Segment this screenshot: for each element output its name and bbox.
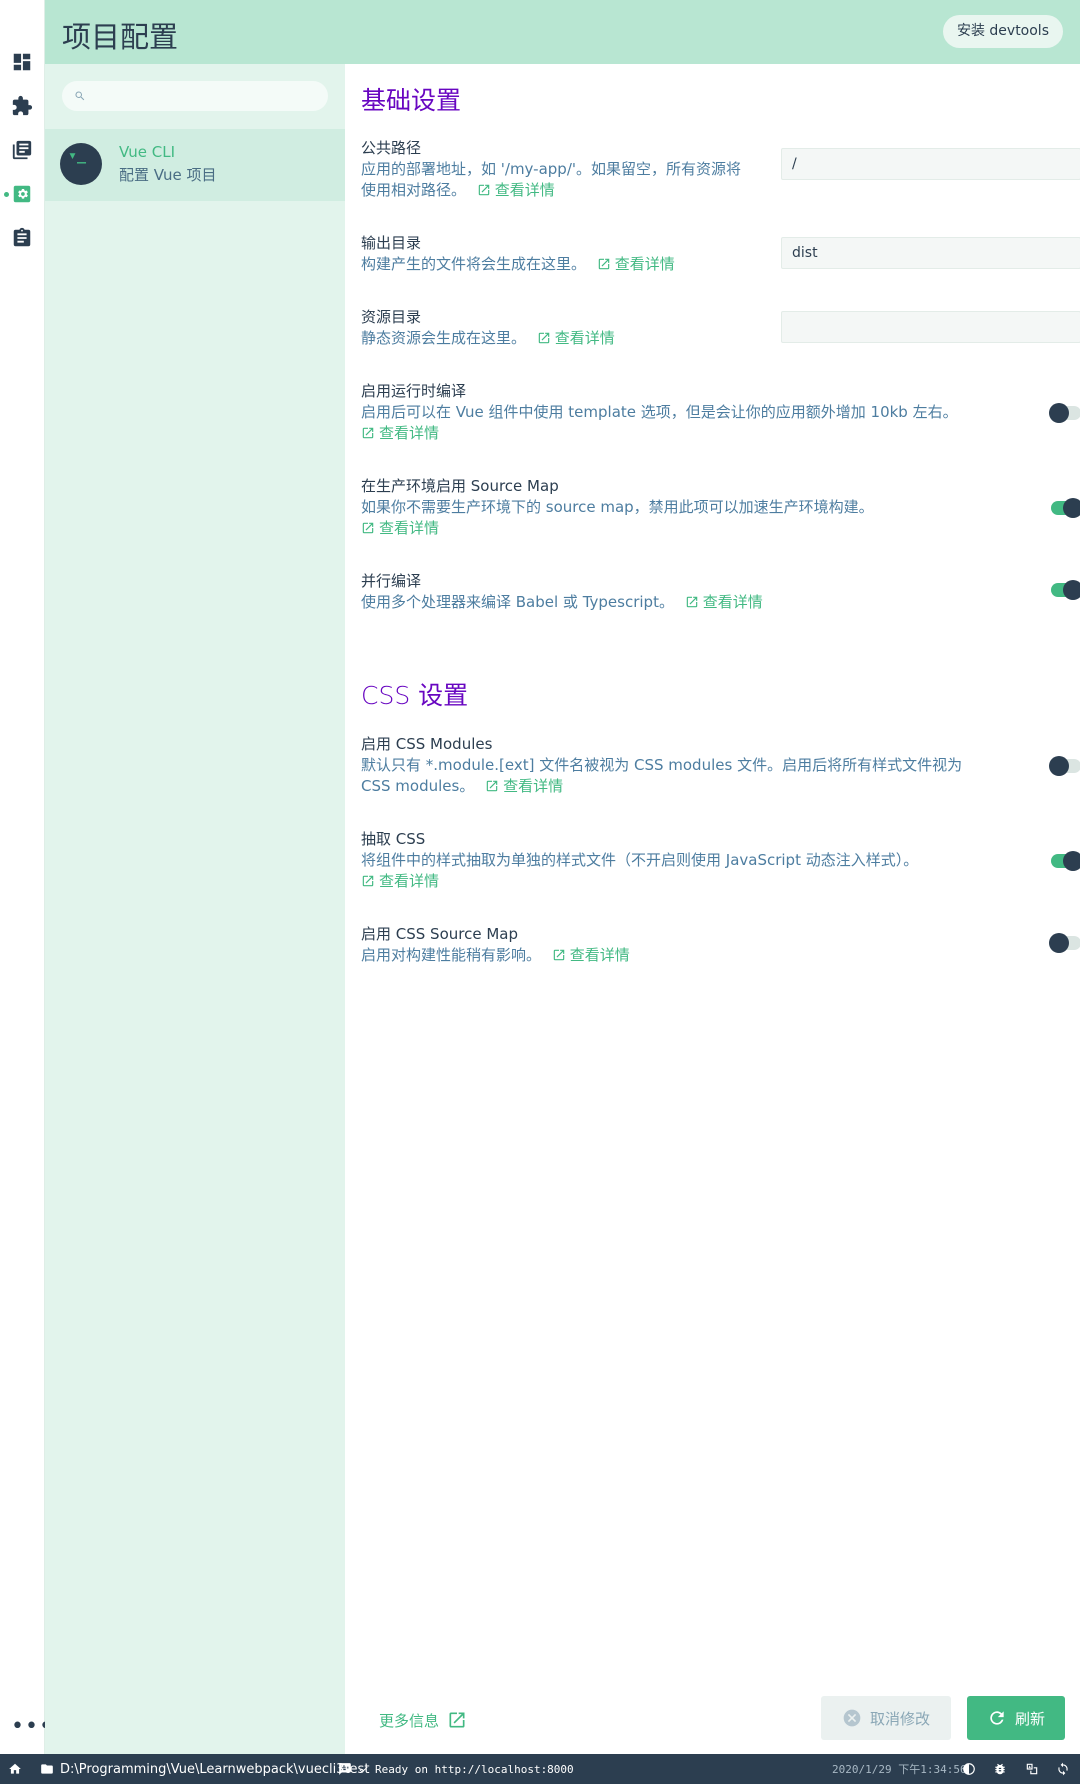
console-icon: [339, 1763, 351, 1775]
folder-icon: [41, 1764, 53, 1774]
cancel-circle-icon: [843, 1709, 861, 1727]
more-details-link[interactable]: 查看详情: [361, 519, 439, 537]
prompt-label: 启用 CSS Modules: [361, 735, 493, 753]
check-icon: [359, 1766, 368, 1773]
app-header: 项目配置 安装 devtools: [45, 0, 1080, 64]
assets-dir-input[interactable]: [781, 311, 1080, 343]
runtime-compiler-toggle[interactable]: [1049, 403, 1080, 423]
config-icon[interactable]: [9, 181, 35, 207]
more-details-link[interactable]: 查看详情: [546, 946, 630, 964]
prompt-description: 启用后可以在 Vue 组件中使用 template 选项，但是会让你的应用额外增…: [361, 403, 958, 442]
external-link-icon: [478, 184, 490, 196]
project-path: D:\Programming\Vue\Learnwebpack\vuecli3t…: [60, 1761, 370, 1777]
refresh-button[interactable]: 刷新: [967, 1696, 1065, 1740]
more-details-link[interactable]: 查看详情: [591, 255, 675, 273]
home-icon[interactable]: [8, 1754, 22, 1784]
translate-icon[interactable]: [1025, 1754, 1039, 1784]
more-info-link[interactable]: 更多信息: [379, 1710, 467, 1731]
prompt-source-map: 在生产环境启用 Source Map 如果你不需要生产环境下的 source m…: [361, 476, 1080, 538]
icon-rail: •••: [0, 0, 52, 1754]
external-link-icon: [553, 949, 565, 961]
prompt-output-dir: 输出目录 构建产生的文件将会生成在这里。 查看详情: [361, 233, 1080, 273]
avatar: ▾_: [60, 143, 102, 185]
prompt-description: 使用多个处理器来编译 Babel 或 Typescript。 查看详情: [361, 593, 763, 611]
prompt-label: 抽取 CSS: [361, 830, 426, 848]
log-item[interactable]: Ready on http://localhost:8000: [338, 1754, 574, 1784]
project-name: Vue CLI: [119, 143, 176, 161]
external-link-icon: [686, 596, 697, 608]
toggle-knob: [1049, 933, 1069, 953]
section-title-basic: 基础设置: [361, 86, 462, 115]
prompt-description: 将组件中的样式抽取为单独的样式文件（不开启则使用 JavaScript 动态注入…: [361, 851, 919, 890]
prompt-public-path: 公共路径 应用的部署地址，如 '/my-app/'。如果留空，所有资源将使用相对…: [361, 138, 1080, 199]
clipboard-icon[interactable]: [9, 225, 35, 251]
external-link-icon: [486, 780, 498, 792]
external-link-icon: [362, 427, 374, 439]
log-message: Ready on http://localhost:8000: [375, 1762, 574, 1776]
bug-report-icon[interactable]: [993, 1754, 1007, 1784]
refresh-icon: [990, 1711, 1004, 1725]
external-link-icon: [362, 875, 374, 887]
toggle-knob: [1063, 580, 1080, 600]
more-details-link[interactable]: 查看详情: [479, 777, 563, 795]
search-icon: [75, 91, 85, 101]
search-box[interactable]: [62, 81, 328, 111]
external-link-icon: [538, 332, 550, 344]
action-bar: 更多信息 取消修改 刷新: [345, 1692, 1080, 1754]
toggle-knob: [1063, 851, 1080, 871]
sidebar: ▾_: [45, 64, 345, 1754]
external-link-icon: [449, 1712, 465, 1728]
more-details-link[interactable]: 查看详情: [361, 872, 439, 890]
vue-cli-logo-icon: ▾_: [68, 146, 87, 164]
page-title: 项目配置: [62, 20, 179, 54]
prompt-label: 在生产环境启用 Source Map: [361, 477, 559, 495]
external-link-icon: [362, 522, 374, 534]
section-title-css: CSS 设置: [361, 681, 469, 710]
library-icon[interactable]: [9, 137, 35, 163]
css-source-map-toggle[interactable]: [1049, 933, 1080, 953]
project-path-item[interactable]: D:\Programming\Vue\Learnwebpack\vuecli3t…: [40, 1754, 369, 1784]
source-map-toggle[interactable]: [1051, 498, 1080, 518]
more-details-link[interactable]: 查看详情: [471, 181, 555, 199]
prompt-label: 启用运行时编译: [361, 382, 467, 400]
prompt-label: 并行编译: [361, 572, 422, 590]
project-description: 配置 Vue 项目: [119, 166, 217, 184]
extract-css-toggle[interactable]: [1051, 851, 1080, 871]
toggle-knob: [1049, 756, 1069, 776]
status-bar: D:\Programming\Vue\Learnwebpack\vuecli3t…: [0, 1754, 1080, 1784]
external-link-icon: [598, 258, 610, 270]
dark-mode-icon[interactable]: [962, 1754, 976, 1784]
prompt-description: 启用对构建性能稍有影响。 查看详情: [361, 946, 630, 964]
prompt-css-modules: 启用 CSS Modules 默认只有 *.module.[ext] 文件名被视…: [361, 734, 1080, 796]
toggle-knob: [1063, 498, 1080, 518]
prompt-description: 默认只有 *.module.[ext] 文件名被视为 CSS modules 文…: [361, 756, 963, 795]
prompt-css-source-map: 启用 CSS Source Map 启用对构建性能稍有影响。 查看详情: [361, 924, 1080, 968]
parallel-toggle[interactable]: [1051, 580, 1080, 600]
clock: 2020/1/29 下午1:34:56: [832, 1763, 967, 1776]
search-input[interactable]: [92, 81, 322, 111]
main-content: 基础设置 公共路径 应用的部署地址，如 '/my-app/'。如果留空，所有资源…: [345, 64, 1080, 1754]
dashboard-icon[interactable]: [9, 49, 35, 75]
toggle-knob: [1049, 403, 1069, 423]
more-details-link[interactable]: 查看详情: [679, 593, 763, 611]
css-modules-toggle[interactable]: [1049, 756, 1080, 776]
prompt-runtime-compiler: 启用运行时编译 启用后可以在 Vue 组件中使用 template 选项，但是会…: [361, 381, 1080, 443]
prompt-description: 应用的部署地址，如 '/my-app/'。如果留空，所有资源将使用相对路径。 查…: [361, 160, 741, 199]
more-details-link[interactable]: 查看详情: [531, 329, 615, 347]
puzzle-icon[interactable]: [9, 93, 35, 119]
prompt-assets-dir: 资源目录 静态资源会生成在这里。 查看详情: [361, 307, 1080, 347]
install-devtools-button[interactable]: 安装 devtools: [942, 15, 1063, 48]
prompt-extract-css: 抽取 CSS 将组件中的样式抽取为单独的样式文件（不开启则使用 JavaScri…: [361, 829, 1080, 891]
reload-icon[interactable]: [1056, 1754, 1070, 1784]
more-details-link[interactable]: 查看详情: [361, 424, 439, 442]
prompt-label: 启用 CSS Source Map: [361, 925, 518, 943]
prompt-description: 如果你不需要生产环境下的 source map，禁用此项可以加速生产环境构建。 …: [361, 498, 874, 537]
public-path-input[interactable]: [781, 148, 1080, 180]
cancel-changes-button[interactable]: 取消修改: [821, 1696, 951, 1740]
prompt-parallel: 并行编译 使用多个处理器来编译 Babel 或 Typescript。 查看详情: [361, 571, 1080, 615]
output-dir-input[interactable]: [781, 237, 1080, 269]
